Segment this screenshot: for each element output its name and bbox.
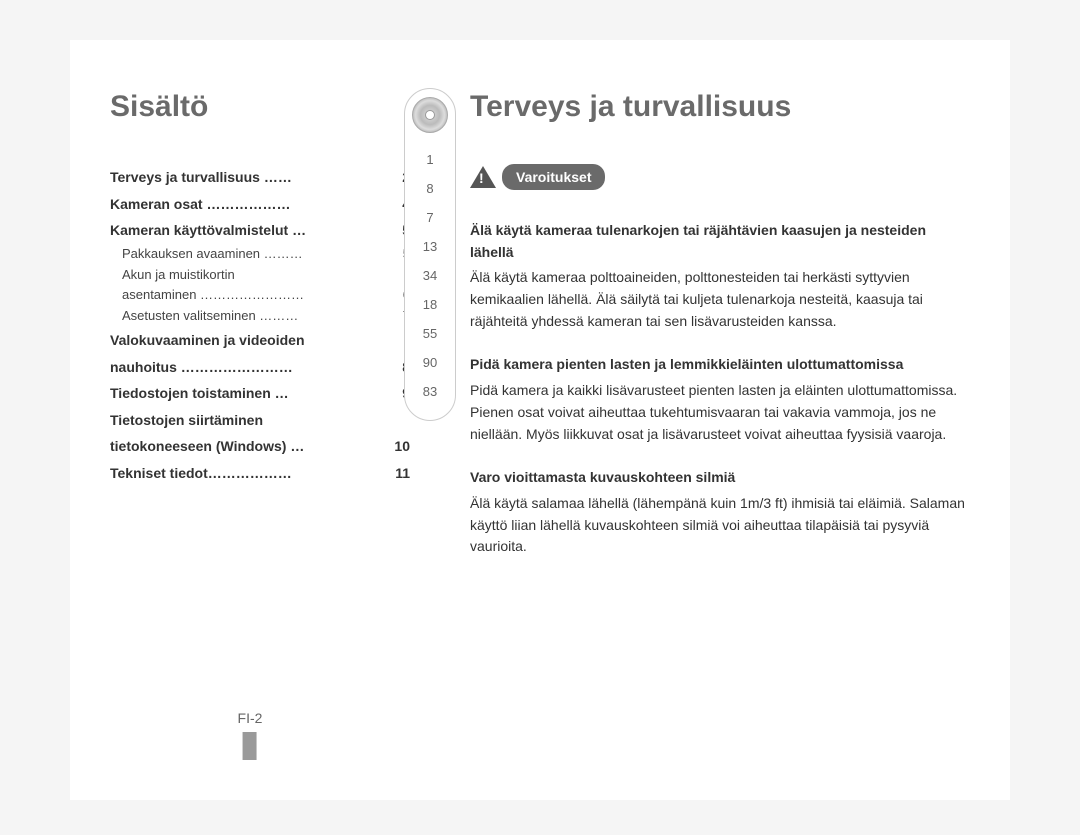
toc-label: tietokoneeseen (Windows) … xyxy=(110,433,386,460)
warning-body: Älä käytä kameraa polttoaineiden, poltto… xyxy=(470,267,970,332)
toc-page: 11 xyxy=(386,460,410,487)
cd-icon xyxy=(412,97,448,133)
toc-label: Tekniset tiedot……………… xyxy=(110,460,386,487)
toc-label: asentaminen …………………… xyxy=(122,285,386,306)
strip-number: 90 xyxy=(405,348,455,377)
section-title: Terveys ja turvallisuus xyxy=(470,90,970,124)
toc-label: Kameran käyttövalmistelut … xyxy=(110,217,386,244)
toc-row: Valokuvaaminen ja videoiden xyxy=(110,327,410,354)
toc-row: tietokoneeseen (Windows) …10 xyxy=(110,433,410,460)
table-of-contents: Terveys ja turvallisuus ……2 Kameran osat… xyxy=(110,164,410,487)
toc-row: asentaminen ……………………6 xyxy=(110,285,410,306)
toc-row: Kameran osat ………………4 xyxy=(110,191,410,218)
toc-label: Terveys ja turvallisuus …… xyxy=(110,164,386,191)
warning-block: Älä käytä kameraa tulenarkojen tai räjäh… xyxy=(470,220,970,332)
toc-page xyxy=(386,407,410,434)
toc-row: Pakkauksen avaaminen ………5 xyxy=(110,244,410,265)
strip-number: 8 xyxy=(405,174,455,203)
toc-label: Tietostojen siirtäminen xyxy=(110,407,386,434)
thumb-index-strip: 1 8 7 13 34 18 55 90 83 xyxy=(404,88,456,421)
toc-label: nauhoitus …………………… xyxy=(110,354,386,381)
strip-number: 13 xyxy=(405,232,455,261)
warning-body: Pidä kamera ja kaikki lisävarusteet pien… xyxy=(470,380,970,445)
toc-row: Tietostojen siirtäminen xyxy=(110,407,410,434)
page-marker-icon xyxy=(243,732,257,760)
strip-number: 1 xyxy=(405,145,455,174)
page: Sisältö Terveys ja turvallisuus ……2 Kame… xyxy=(70,40,1010,800)
toc-row: Terveys ja turvallisuus ……2 xyxy=(110,164,410,191)
page-number-text: FI-2 xyxy=(238,710,263,726)
toc-row: Akun ja muistikortin xyxy=(110,265,410,286)
strip-number: 83 xyxy=(405,377,455,406)
toc-label: Asetusten valitseminen ……… xyxy=(122,306,386,327)
warning-block: Pidä kamera pienten lasten ja lemmikkiel… xyxy=(470,354,970,445)
toc-label: Kameran osat ……………… xyxy=(110,191,386,218)
warning-triangle-icon xyxy=(470,166,496,188)
toc-label: Tiedostojen toistaminen … xyxy=(110,380,386,407)
strip-number: 7 xyxy=(405,203,455,232)
warning-block: Varo vioittamasta kuvauskohteen silmiä Ä… xyxy=(470,467,970,558)
toc-page: 10 xyxy=(386,433,410,460)
warning-heading: Varo vioittamasta kuvauskohteen silmiä xyxy=(470,467,970,489)
toc-row: Tiedostojen toistaminen …9 xyxy=(110,380,410,407)
right-column: Terveys ja turvallisuus Varoitukset Älä … xyxy=(430,40,1010,800)
warning-badge: Varoitukset xyxy=(470,164,605,190)
strip-number: 18 xyxy=(405,290,455,319)
toc-label: Pakkauksen avaaminen ……… xyxy=(122,244,386,265)
toc-row: Kameran käyttövalmistelut …5 xyxy=(110,217,410,244)
warning-body: Älä käytä salamaa lähellä (lähempänä kui… xyxy=(470,493,970,558)
toc-row: Tekniset tiedot………………11 xyxy=(110,460,410,487)
page-number: FI-2 xyxy=(238,710,263,760)
warning-label: Varoitukset xyxy=(502,164,605,190)
toc-label: Akun ja muistikortin xyxy=(122,265,386,286)
toc-row: Asetusten valitseminen ………7 xyxy=(110,306,410,327)
strip-number: 34 xyxy=(405,261,455,290)
warning-heading: Älä käytä kameraa tulenarkojen tai räjäh… xyxy=(470,220,970,263)
toc-row: nauhoitus ……………………8 xyxy=(110,354,410,381)
left-column: Sisältö Terveys ja turvallisuus ……2 Kame… xyxy=(70,40,430,800)
toc-label: Valokuvaaminen ja videoiden xyxy=(110,327,386,354)
warning-heading: Pidä kamera pienten lasten ja lemmikkiel… xyxy=(470,354,970,376)
toc-title: Sisältö xyxy=(110,90,410,124)
strip-number: 55 xyxy=(405,319,455,348)
